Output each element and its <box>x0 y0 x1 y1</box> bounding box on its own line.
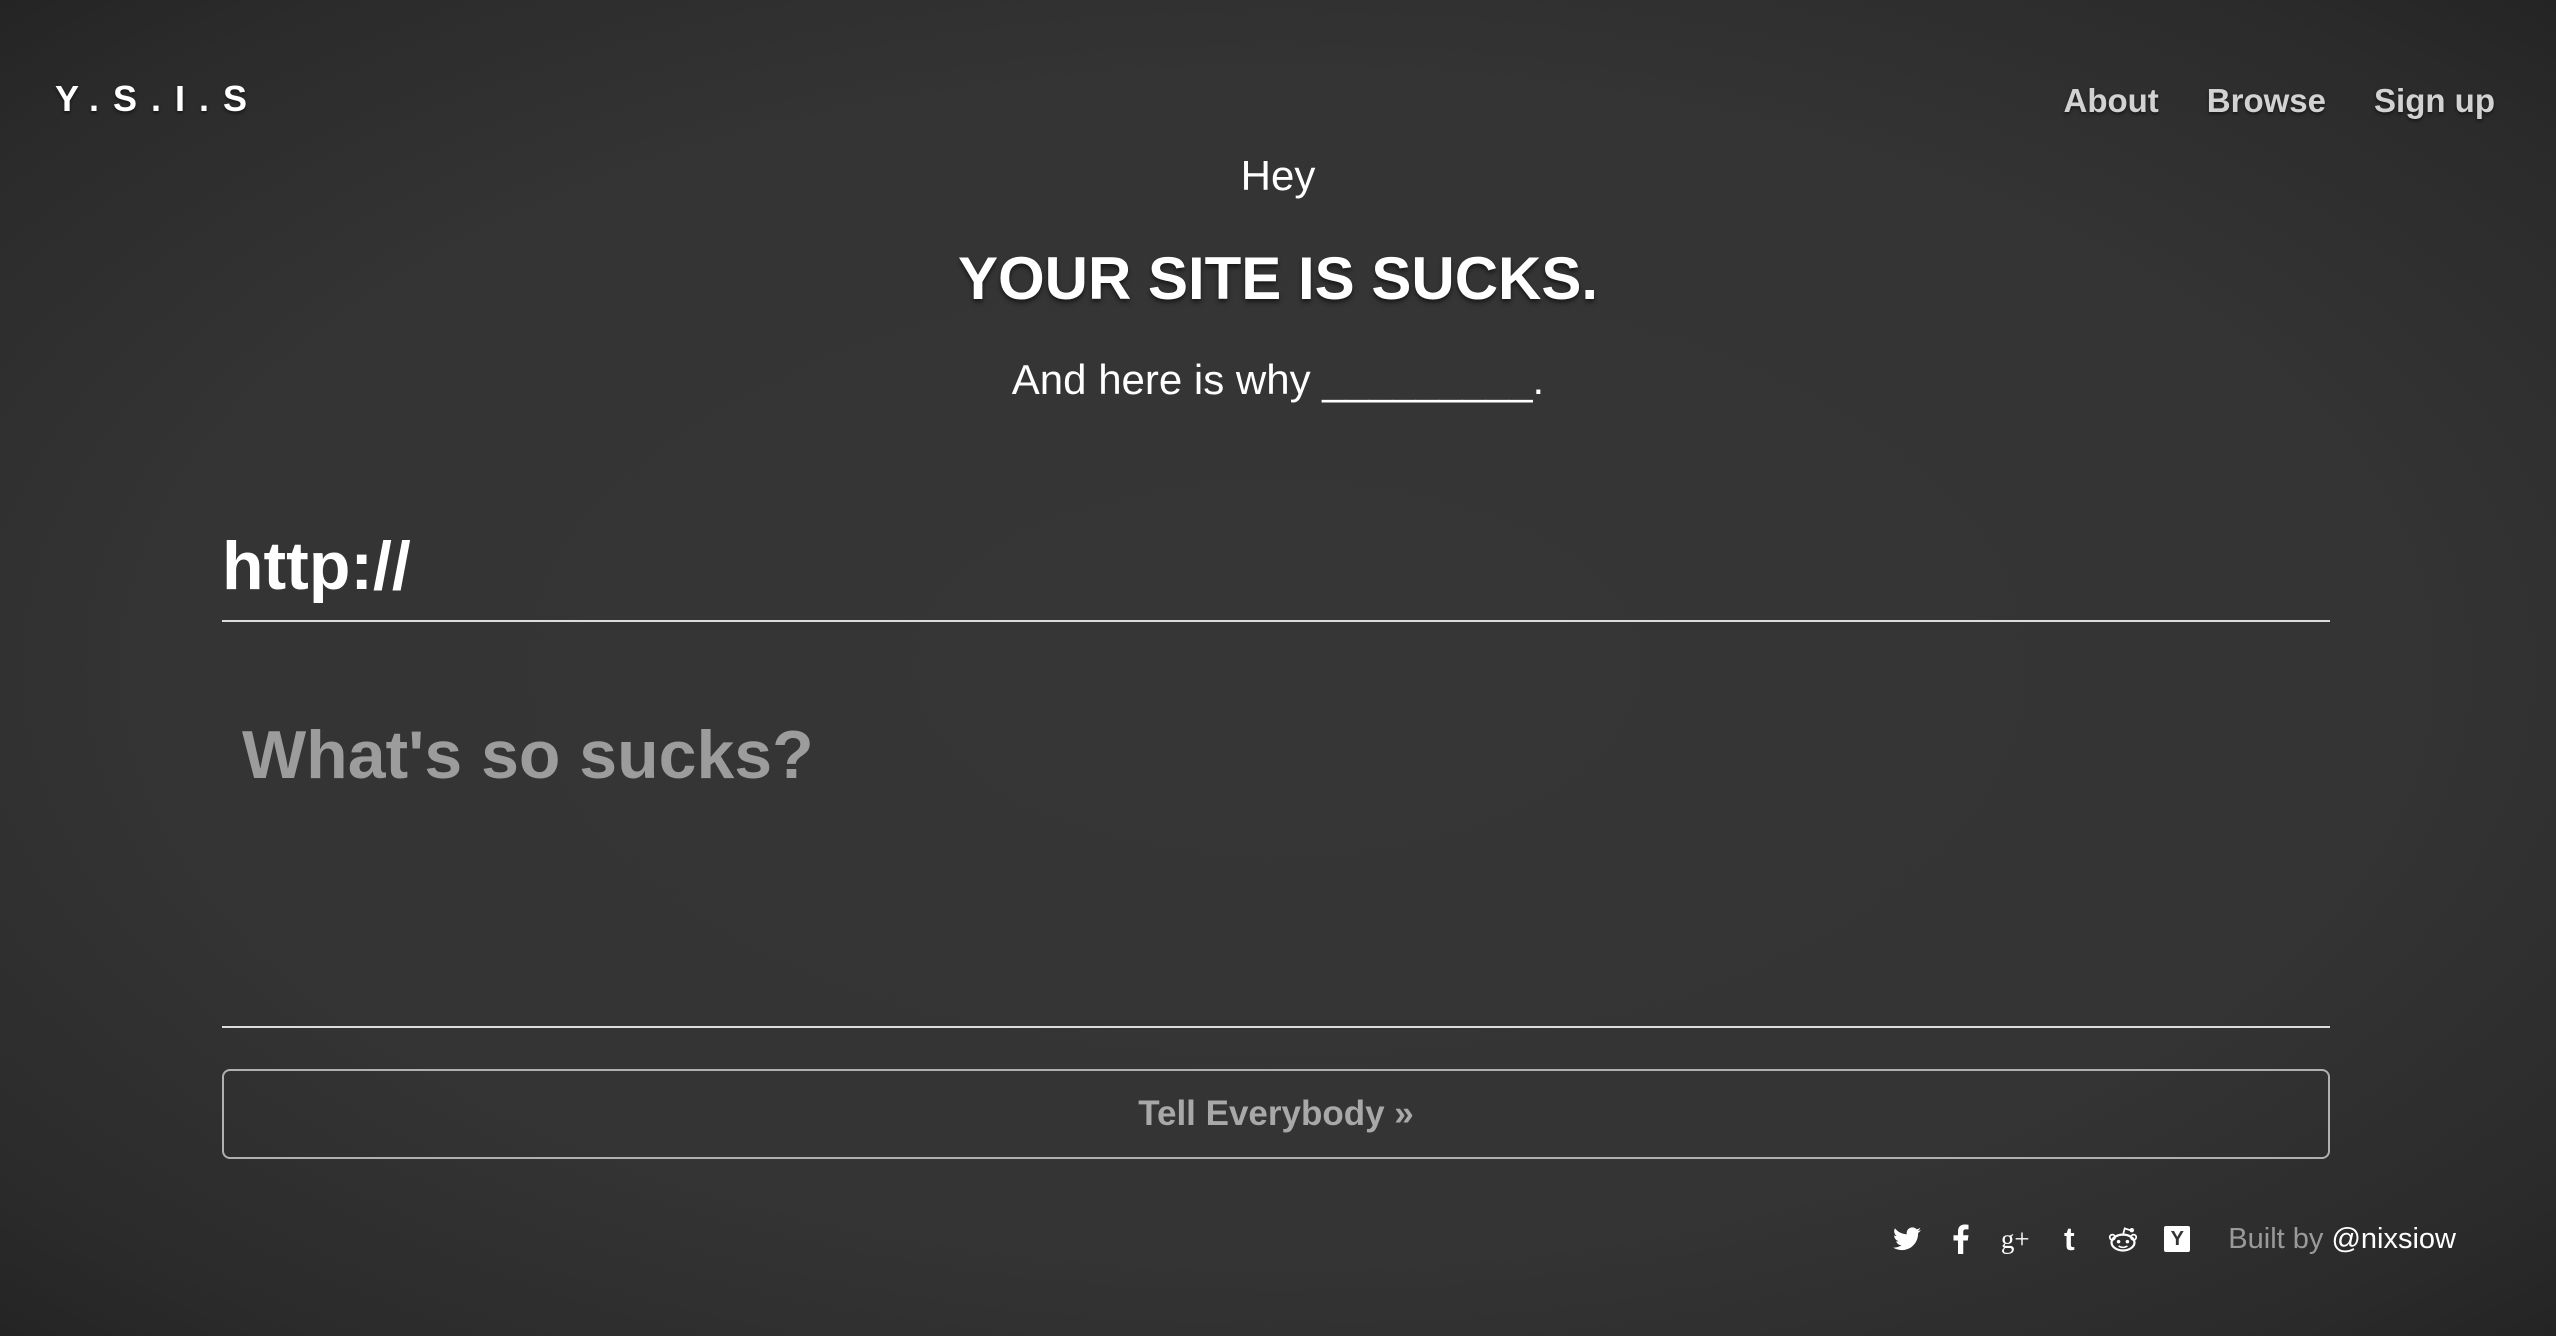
subtitle: And here is why _________. <box>1011 356 1545 403</box>
nav-browse[interactable]: Browse <box>2207 82 2326 120</box>
nav-signup[interactable]: Sign up <box>2374 82 2495 120</box>
hacker-news-icon[interactable]: Y <box>2162 1222 2192 1256</box>
top-nav: About Browse Sign up <box>2064 82 2496 120</box>
twitter-icon[interactable] <box>1892 1222 1922 1256</box>
tumblr-icon[interactable]: t <box>2054 1222 2084 1256</box>
tell-everybody-button[interactable]: Tell Everybody » <box>222 1069 2330 1159</box>
google-plus-icon[interactable]: g+ <box>2000 1222 2030 1256</box>
page-title: YOUR SITE IS SUCKS. <box>957 245 1599 312</box>
footer: g+ t Y Built by @nixsiow <box>1892 1222 2456 1256</box>
nav-about[interactable]: About <box>2064 82 2159 120</box>
facebook-icon[interactable] <box>1946 1222 1976 1256</box>
reddit-icon[interactable] <box>2108 1222 2138 1256</box>
built-by-text: Built by <box>2228 1222 2324 1255</box>
comment-textarea[interactable] <box>222 700 2330 1028</box>
url-input[interactable] <box>222 492 2330 622</box>
greeting: Hey <box>1240 152 1316 199</box>
site-logo[interactable]: Y.S.I.S <box>55 78 261 120</box>
author-link[interactable]: @nixsiow <box>2331 1223 2456 1255</box>
built-by-credit: Built by @nixsiow <box>2228 1223 2456 1256</box>
